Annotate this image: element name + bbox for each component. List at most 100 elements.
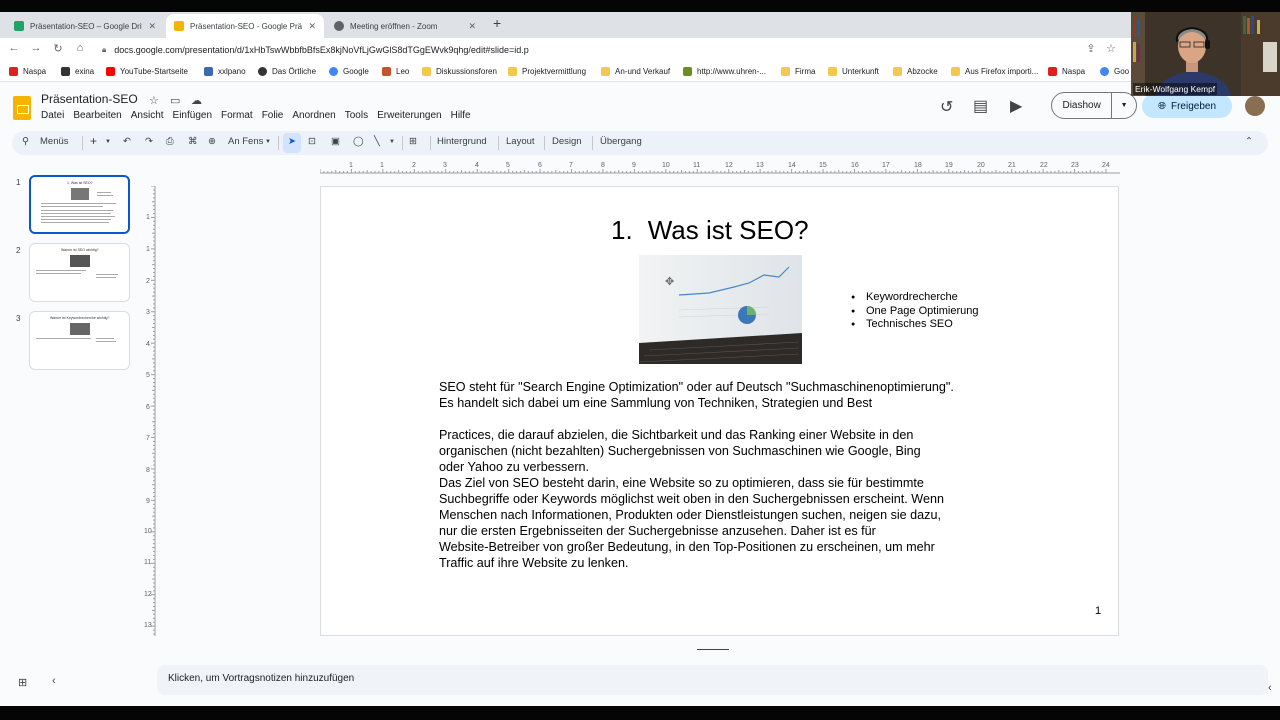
slide-canvas[interactable]: 1. Was ist SEO? ✥ ● Keywordrecherche ● O… xyxy=(320,186,1119,636)
slide-thumbnail-1[interactable]: 1. Was ist SEO? xyxy=(29,175,130,234)
slideshow-button[interactable]: Diashow ▼ xyxy=(1051,92,1137,119)
menu-ansicht[interactable]: Ansicht xyxy=(131,110,164,121)
bookmark-item[interactable]: Goo xyxy=(1100,67,1129,76)
bookmark-item[interactable]: http://www.uhren-... xyxy=(683,67,766,76)
zoom-icon[interactable]: ⊕ xyxy=(208,136,216,147)
ruler-label: 10 xyxy=(662,162,670,169)
bookmark-item[interactable]: Naspa xyxy=(9,67,46,76)
design-button[interactable]: Design xyxy=(552,136,582,147)
slide-title[interactable]: 1. Was ist SEO? xyxy=(611,215,809,246)
bookmark-folder[interactable]: An-und Verkauf xyxy=(601,67,670,76)
speaker-notes-field[interactable]: Klicken, um Vortragsnotizen hinzuzufügen xyxy=(157,665,1268,695)
chevron-up-icon[interactable]: ⌃ xyxy=(1245,136,1253,147)
laptop-analytics-image[interactable]: ✥ xyxy=(639,255,802,364)
new-tab-button[interactable]: + xyxy=(493,15,501,31)
reload-icon[interactable]: ↻ xyxy=(50,42,66,55)
bookmark-label: xxlpano xyxy=(218,67,246,76)
bookmark-folder[interactable]: Firma xyxy=(781,67,815,76)
slides-favicon-icon xyxy=(174,21,184,31)
history-icon[interactable]: ↺ xyxy=(940,97,953,117)
comments-icon[interactable]: ▤ xyxy=(973,96,988,116)
ruler-label: 12 xyxy=(144,591,152,598)
menu-format[interactable]: Format xyxy=(221,110,253,121)
transition-button[interactable]: Übergang xyxy=(600,136,642,147)
star-icon[interactable]: ☆ xyxy=(149,94,159,107)
textbox-icon[interactable]: ⊡ xyxy=(308,136,316,147)
google-icon xyxy=(329,67,338,76)
move-folder-icon[interactable]: ▭ xyxy=(170,94,180,107)
close-icon[interactable]: ✕ xyxy=(308,21,316,32)
close-icon[interactable]: ✕ xyxy=(148,21,156,32)
image-icon[interactable]: ▣ xyxy=(331,136,340,147)
bookmark-folder[interactable]: Unterkunft xyxy=(828,67,879,76)
line-icon[interactable]: ╲ xyxy=(374,136,380,147)
thumbnail-text-line xyxy=(41,219,111,220)
bookmark-item[interactable]: Das Örtliche xyxy=(258,67,316,76)
bookmark-folder[interactable]: Diskussionsforen xyxy=(422,67,497,76)
bookmark-folder[interactable]: Aus Firefox importi... xyxy=(951,67,1038,76)
search-icon[interactable]: ⚲ xyxy=(22,136,29,147)
home-icon[interactable]: ⌂ xyxy=(72,42,88,54)
print-icon[interactable]: ⎙ xyxy=(166,136,174,147)
shape-icon[interactable]: ◯ xyxy=(353,136,364,147)
background-button[interactable]: Hintergrund xyxy=(437,136,487,147)
bookmark-item[interactable]: exina xyxy=(61,67,94,76)
slide-thumbnail-3[interactable]: Warum ist Keywordrecherche wichtig? xyxy=(29,311,130,370)
tab-drive[interactable]: Präsentation-SEO – Google Drive ✕ xyxy=(6,14,164,38)
menus-search-input[interactable]: Menüs xyxy=(40,136,69,147)
menu-einfuegen[interactable]: Einfügen xyxy=(173,110,212,121)
menu-tools[interactable]: Tools xyxy=(345,110,368,121)
avatar[interactable] xyxy=(1245,96,1265,116)
cloud-status-icon[interactable]: ☁ xyxy=(191,94,202,107)
slide-thumbnail-2[interactable]: Warum ist SEO wichtig? xyxy=(29,243,130,302)
bookmark-folder[interactable]: Abzocke xyxy=(893,67,938,76)
chevron-down-icon[interactable]: ▼ xyxy=(105,139,111,145)
undo-icon[interactable]: ↶ xyxy=(123,136,131,147)
body-textbox[interactable]: SEO steht für "Search Engine Optimizatio… xyxy=(439,379,1019,571)
bookmark-folder[interactable]: Projektvermittlung xyxy=(508,67,586,76)
forward-icon[interactable]: → xyxy=(28,42,44,54)
share-button[interactable]: 🌐︎ Freigeben xyxy=(1142,94,1232,118)
bookmark-item[interactable]: YouTube-Startseite xyxy=(106,67,188,76)
participant-video[interactable]: Erik-Wolfgang Kempf xyxy=(1131,12,1280,96)
tab-slides[interactable]: Präsentation-SEO - Google Präs ✕ xyxy=(166,14,324,38)
close-icon[interactable]: ✕ xyxy=(468,21,476,32)
collapse-filmstrip-icon[interactable]: ‹ xyxy=(52,675,56,687)
bookmark-item[interactable]: Naspa xyxy=(1048,67,1085,76)
menu-folie[interactable]: Folie xyxy=(262,110,284,121)
chevron-down-icon[interactable]: ▼ xyxy=(389,139,395,145)
ruler-label: 13 xyxy=(756,162,764,169)
zoom-select[interactable]: An Fens xyxy=(228,136,263,147)
redo-icon[interactable]: ↷ xyxy=(145,136,153,147)
notes-resize-handle[interactable] xyxy=(697,649,729,650)
layout-button[interactable]: Layout xyxy=(506,136,535,147)
chevron-down-icon[interactable]: ▼ xyxy=(1112,102,1136,109)
menu-hilfe[interactable]: Hilfe xyxy=(451,110,471,121)
share-page-icon[interactable]: ⇪ xyxy=(1083,42,1099,55)
horizontal-ruler[interactable]: 1 1 2 3 4 5 6 7 8 9 10 11 12 13 14 15 16… xyxy=(320,160,1120,174)
bookmark-item[interactable]: Google xyxy=(329,67,369,76)
menu-anordnen[interactable]: Anordnen xyxy=(292,110,335,121)
address-bar[interactable]: 🔒︎ docs.google.com/presentation/d/1xHbTs… xyxy=(98,41,1128,59)
new-slide-icon[interactable]: + xyxy=(90,134,97,148)
bookmark-item[interactable]: xxlpano xyxy=(204,67,246,76)
bookmark-star-icon[interactable]: ☆ xyxy=(1103,42,1119,55)
bullet-list[interactable]: Keywordrecherche One Page Optimierung Te… xyxy=(851,291,979,332)
tab-zoom[interactable]: Meeting eröffnen - Zoom ✕ xyxy=(326,14,484,38)
bookmark-item[interactable]: Leo xyxy=(382,67,409,76)
menu-erweiterungen[interactable]: Erweiterungen xyxy=(377,110,441,121)
vertical-ruler[interactable]: 1 1 2 3 4 5 6 7 8 9 10 11 12 13 xyxy=(144,186,156,636)
menu-datei[interactable]: Datei xyxy=(41,110,64,121)
side-panel-toggle-icon[interactable]: ‹ xyxy=(1268,682,1272,694)
bookmark-favicon-icon xyxy=(1048,67,1057,76)
grid-view-icon[interactable]: ⊞ xyxy=(18,676,27,689)
document-title[interactable]: Präsentation-SEO xyxy=(41,92,138,106)
video-call-icon[interactable]: ▶ xyxy=(1010,96,1022,116)
paint-format-icon[interactable]: ⌘ xyxy=(188,136,198,147)
menu-bearbeiten[interactable]: Bearbeiten xyxy=(73,110,121,121)
add-comment-icon[interactable]: ⊞ xyxy=(409,136,417,147)
back-icon[interactable]: ← xyxy=(6,42,22,54)
app-header: Präsentation-SEO ☆ ▭ ☁ Datei Bearbeiten … xyxy=(0,82,1280,130)
chevron-down-icon[interactable]: ▼ xyxy=(265,139,271,145)
slides-logo-icon[interactable] xyxy=(13,96,31,120)
